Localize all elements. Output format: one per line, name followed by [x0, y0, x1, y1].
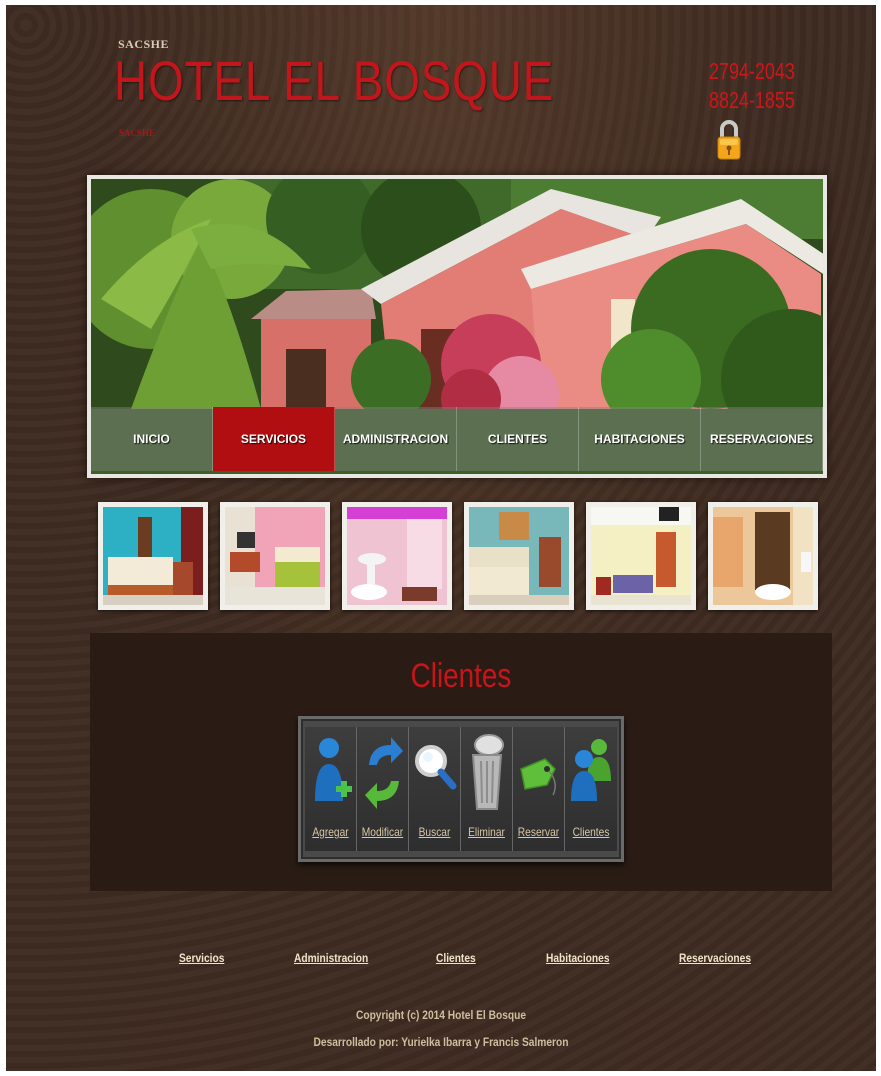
room-photo [103, 507, 203, 605]
room-thumbnail[interactable] [464, 502, 574, 610]
site-title: HOTEL EL BOSQUE [114, 49, 555, 112]
room-photo [469, 507, 569, 605]
reserve-button[interactable]: Reservar [513, 727, 565, 851]
delete-client-label: Eliminar [468, 825, 505, 839]
reserve-label: Reservar [517, 825, 560, 839]
search-client-button[interactable]: Buscar [409, 727, 461, 851]
nav-reservaciones[interactable]: RESERVACIONES [701, 407, 823, 471]
room-thumbnails [96, 502, 818, 612]
users-icon [571, 739, 611, 801]
clients-list-button[interactable]: Clientes [565, 727, 617, 851]
clients-list-label: Clientes [572, 825, 610, 839]
room-photo [347, 507, 447, 605]
add-client-button[interactable]: Agregar [305, 727, 357, 851]
clients-panel: Clientes Agregar Modificar Buscar Elimin… [90, 633, 832, 891]
footer-link-habitaciones[interactable]: Habitaciones [546, 951, 609, 965]
nav-inicio[interactable]: INICIO [91, 407, 213, 471]
magnifier-icon [415, 745, 457, 790]
panel-title: Clientes [410, 657, 512, 695]
search-client-label: Buscar [418, 825, 451, 839]
footer-link-clientes[interactable]: Clientes [436, 951, 476, 965]
footer-link-servicios[interactable]: Servicios [179, 951, 224, 965]
delete-client-button[interactable]: Eliminar [461, 727, 513, 851]
developer-credit: Desarrollado por: Yurielka Ibarra y Fran… [313, 1035, 569, 1049]
copyright-text: Copyright (c) 2014 Hotel El Bosque [355, 1008, 527, 1022]
trash-can-icon [471, 734, 504, 810]
padlock-icon[interactable] [716, 119, 742, 161]
nav-administracion[interactable]: ADMINISTRACION [335, 407, 457, 471]
room-thumbnail[interactable] [342, 502, 452, 610]
phone-numbers: 2794-2043 8824-1855 [709, 57, 795, 115]
clients-toolbar: Agregar Modificar Buscar Eliminar Reserv… [298, 716, 624, 862]
room-thumbnail[interactable] [586, 502, 696, 610]
room-photo [713, 507, 813, 605]
hero-banner: INICIO SERVICIOS ADMINISTRACION CLIENTES… [87, 175, 827, 478]
add-client-label: Agregar [312, 825, 349, 839]
page: SACSHE HOTEL EL BOSQUE SACSHE 2794-2043 … [6, 5, 876, 1071]
add-user-icon [315, 738, 352, 801]
nav-habitaciones[interactable]: HABITACIONES [579, 407, 701, 471]
modify-client-label: Modificar [361, 825, 404, 839]
room-thumbnail[interactable] [708, 502, 818, 610]
refresh-arrows-icon [365, 737, 403, 809]
room-thumbnail[interactable] [220, 502, 330, 610]
nav-servicios[interactable]: SERVICIOS [213, 407, 335, 471]
footer-link-administracion[interactable]: Administracion [294, 951, 368, 965]
footer-link-reservaciones[interactable]: Reservaciones [679, 951, 751, 965]
tag-icon [520, 758, 556, 796]
brand-subtext: SACSHE [119, 128, 156, 138]
room-thumbnail[interactable] [98, 502, 208, 610]
modify-client-button[interactable]: Modificar [357, 727, 409, 851]
phone-2: 8824-1855 [709, 87, 795, 113]
room-photo [591, 507, 691, 605]
room-photo [225, 507, 325, 605]
nav-clientes[interactable]: CLIENTES [457, 407, 579, 471]
phone-1: 2794-2043 [709, 58, 795, 84]
main-nav: INICIO SERVICIOS ADMINISTRACION CLIENTES… [91, 407, 823, 471]
footer-nav: Servicios Administracion Clientes Habita… [6, 951, 876, 971]
